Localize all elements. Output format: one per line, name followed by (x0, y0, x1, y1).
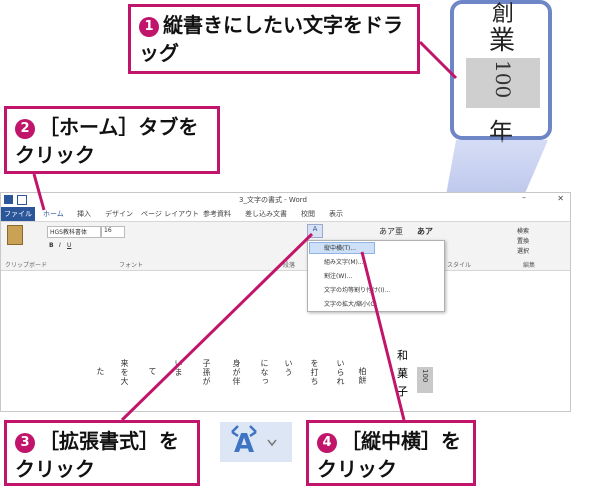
menu-item-warichu[interactable]: 割注(W)... (324, 271, 352, 280)
doc-column: いう (284, 359, 293, 377)
group-label-paragraph: 段落 (283, 262, 296, 269)
svg-text:A: A (234, 429, 254, 459)
word-app-icon (4, 195, 13, 204)
doc-column: 来を大 (120, 359, 129, 386)
tab-references[interactable]: 参考資料 (203, 209, 231, 219)
menu-item-scale[interactable]: 文字の拡大/縮小(C) (324, 299, 377, 308)
document-page: 柏餅 いられ を打ち いう になっ 身が伴 子孫が いま て 来を大 た 和 菓… (1, 271, 570, 411)
close-icon[interactable]: ✕ (557, 194, 564, 203)
find-button[interactable]: 検索 (517, 226, 529, 235)
body-char: 和 (397, 349, 408, 362)
save-icon[interactable] (17, 195, 27, 205)
tab-design[interactable]: デザイン (105, 209, 133, 219)
style-nospacing[interactable]: あア (417, 226, 433, 237)
group-label-clipboard: クリップボード (5, 262, 48, 269)
tab-file[interactable]: ファイル (1, 207, 35, 221)
style-normal[interactable]: あア亜 (379, 226, 403, 237)
doc-column: 柏餅 (358, 367, 367, 385)
asian-layout-menu: 縦中横(T)... 組み文字(M)... 割注(W)... 文字の均等割り付け(… (307, 240, 445, 312)
tab-view[interactable]: 表示 (329, 209, 343, 219)
ribbon-tabs: ファイル ホーム 挿入 デザイン ページ レイアウト 参考資料 差し込み文書 校… (1, 207, 570, 222)
doc-column: 子孫が (202, 359, 211, 386)
zoom-selected-text: 100 (466, 58, 540, 108)
selected-text-highlight: 100 (417, 367, 433, 393)
selected-text: 100 (421, 369, 429, 383)
italic-button[interactable]: I (59, 242, 61, 249)
callout-text: ［拡張書式］をクリック (15, 429, 179, 481)
bold-button[interactable]: B (49, 242, 54, 249)
window-title: 3_文字の書式 - Word (239, 196, 307, 204)
asian-layout-icon: A (231, 425, 277, 459)
font-name-select[interactable]: HGS教科書体 (47, 226, 101, 238)
minimize-icon[interactable]: – (522, 193, 526, 202)
callout-text: ［縦中横］をクリック (317, 429, 461, 481)
step-number: 4 (317, 433, 337, 453)
zoom-inset: 創 業 100 年 (450, 0, 552, 146)
callout-step-2: 2 ［ホーム］タブをクリック (4, 106, 220, 174)
menu-item-distribute[interactable]: 文字の均等割り付け(I)... (324, 285, 390, 294)
zoom-char-mid: 業 (489, 26, 516, 56)
doc-column: を打ち (310, 359, 319, 386)
group-label-styles: スタイル (447, 262, 472, 269)
tab-home[interactable]: ホーム (43, 209, 64, 219)
select-button[interactable]: 選択 (517, 246, 529, 255)
underline-button[interactable]: U (67, 242, 71, 249)
asian-layout-icon-enlarged: A (220, 422, 292, 462)
font-size-select[interactable]: 16 (101, 226, 125, 238)
doc-column: た (96, 367, 105, 376)
group-label-font: フォント (119, 262, 144, 269)
doc-column: いられ (336, 359, 345, 386)
group-label-edit: 編集 (523, 262, 536, 269)
body-char: 菓 (397, 367, 408, 380)
zoom-selected-label: 100 (491, 60, 515, 99)
callout-step-4: 4 ［縦中横］をクリック (306, 420, 476, 486)
tab-mailings[interactable]: 差し込み文書 (245, 209, 287, 219)
callout-text: 縦書きにしたい文字をドラッグ (139, 13, 403, 65)
word-window: 3_文字の書式 - Word ✕ – ファイル ホーム 挿入 デザイン ページ … (0, 192, 571, 412)
doc-column: になっ (260, 359, 269, 386)
paste-icon[interactable] (7, 225, 23, 245)
step-number: 1 (139, 17, 159, 37)
callout-step-3: 3 ［拡張書式］をクリック (4, 420, 200, 486)
asian-layout-button[interactable]: A (307, 224, 323, 238)
body-char: 子 (397, 385, 408, 398)
doc-column: て (148, 367, 157, 376)
menu-item-kumimoji[interactable]: 組み文字(M)... (324, 257, 364, 266)
step-number: 2 (15, 119, 35, 139)
menu-item-tatechuyoko[interactable]: 縦中横(T)... (324, 243, 356, 252)
callout-step-1: 1 縦書きにしたい文字をドラッグ (128, 4, 420, 74)
doc-column: いま (174, 359, 183, 377)
zoom-char-bottom: 年 (489, 118, 513, 146)
ribbon: HGS教科書体 16 B I U A あア亜 あア 検索 置換 選択 クリップボ… (1, 222, 570, 271)
title-bar: 3_文字の書式 - Word ✕ – (1, 193, 570, 207)
step-number: 3 (15, 433, 35, 453)
doc-column: 身が伴 (232, 359, 241, 386)
callout-text: ［ホーム］タブをクリック (15, 115, 199, 167)
tab-review[interactable]: 校閲 (301, 209, 315, 219)
tab-insert[interactable]: 挿入 (77, 209, 91, 219)
tab-layout[interactable]: ページ レイアウト (141, 209, 199, 219)
replace-button[interactable]: 置換 (517, 236, 529, 245)
